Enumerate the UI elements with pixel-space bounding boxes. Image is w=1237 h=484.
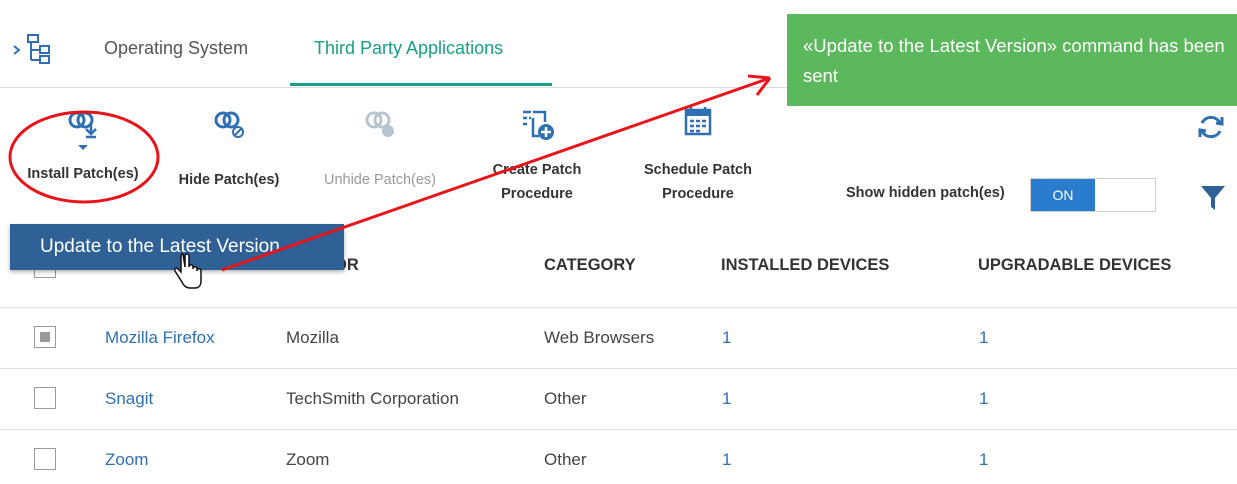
schedule-patch-procedure-label-line1: Schedule Patch xyxy=(644,162,752,178)
hide-patches-label: Hide Patch(es) xyxy=(178,172,280,188)
create-procedure-icon xyxy=(523,110,554,140)
column-header-upgradable-devices[interactable]: UPGRADABLE DEVICES xyxy=(978,256,1171,275)
create-patch-procedure-label-line2: Procedure xyxy=(501,186,573,202)
install-patches-button[interactable]: Install Patch(es) xyxy=(18,108,148,186)
unhide-patches-label: Unhide Patch(es) xyxy=(323,172,437,188)
show-hidden-patches-label: Show hidden patch(es) xyxy=(846,185,1005,201)
hide-patches-button[interactable]: Hide Patch(es) xyxy=(168,108,290,192)
upgradable-devices-link[interactable]: 1 xyxy=(979,450,988,470)
table-row[interactable]: Mozilla Firefox Mozilla Web Browsers 1 1 xyxy=(0,308,1237,369)
vendor-cell: Mozilla xyxy=(286,328,339,347)
tab-third-party-applications[interactable]: Third Party Applications xyxy=(314,38,503,59)
create-patch-procedure-label-line1: Create Patch xyxy=(492,162,582,178)
calendar-icon xyxy=(684,107,712,136)
category-cell: Other xyxy=(544,389,587,408)
chevron-down-icon xyxy=(78,145,88,150)
unhide-patches-button[interactable]: Unhide Patch(es) xyxy=(310,108,450,192)
schedule-patch-procedure-label-line2: Procedure xyxy=(662,186,734,202)
installed-devices-link[interactable]: 1 xyxy=(722,328,731,348)
application-name-link[interactable]: Mozilla Firefox xyxy=(105,328,215,348)
table-row[interactable]: Snagit TechSmith Corporation Other 1 1 xyxy=(0,369,1237,430)
refresh-icon[interactable] xyxy=(1196,112,1226,142)
category-cell: Other xyxy=(544,450,587,469)
tree-view-icon[interactable] xyxy=(10,34,52,64)
vendor-cell: Zoom xyxy=(286,450,330,469)
filter-icon[interactable] xyxy=(1200,184,1226,212)
category-cell: Web Browsers xyxy=(544,328,655,347)
hand-cursor-icon xyxy=(174,253,202,289)
toggle-on-label: ON xyxy=(1031,179,1095,211)
row-checkbox[interactable] xyxy=(34,448,56,470)
install-patch-icon xyxy=(68,111,97,139)
schedule-patch-procedure-button[interactable]: Schedule Patch Procedure xyxy=(632,104,764,206)
application-name-link[interactable]: Zoom xyxy=(105,450,148,470)
column-header-installed-devices[interactable]: INSTALLED DEVICES xyxy=(721,256,889,275)
unhide-patch-icon xyxy=(365,111,394,137)
active-tab-indicator xyxy=(290,83,552,86)
create-patch-procedure-button[interactable]: Create Patch Procedure xyxy=(478,108,596,206)
tab-operating-system[interactable]: Operating System xyxy=(104,38,248,59)
upgradable-devices-link[interactable]: 1 xyxy=(979,328,988,348)
column-header-category[interactable]: CATEGORY xyxy=(544,256,636,275)
success-toast: «Update to the Latest Version» command h… xyxy=(787,14,1237,106)
application-name-link[interactable]: Snagit xyxy=(105,389,153,409)
install-patches-label: Install Patch(es) xyxy=(27,166,139,182)
installed-devices-link[interactable]: 1 xyxy=(722,450,731,470)
upgradable-devices-link[interactable]: 1 xyxy=(979,389,988,409)
row-checkbox[interactable] xyxy=(34,326,56,348)
installed-devices-link[interactable]: 1 xyxy=(722,389,731,409)
row-checkbox[interactable] xyxy=(34,387,56,409)
show-hidden-patches-toggle[interactable]: ON xyxy=(1030,178,1156,212)
hide-patch-icon xyxy=(214,111,244,138)
vendor-cell: TechSmith Corporation xyxy=(286,389,459,408)
table-row[interactable]: Zoom Zoom Other 1 1 xyxy=(0,430,1237,484)
